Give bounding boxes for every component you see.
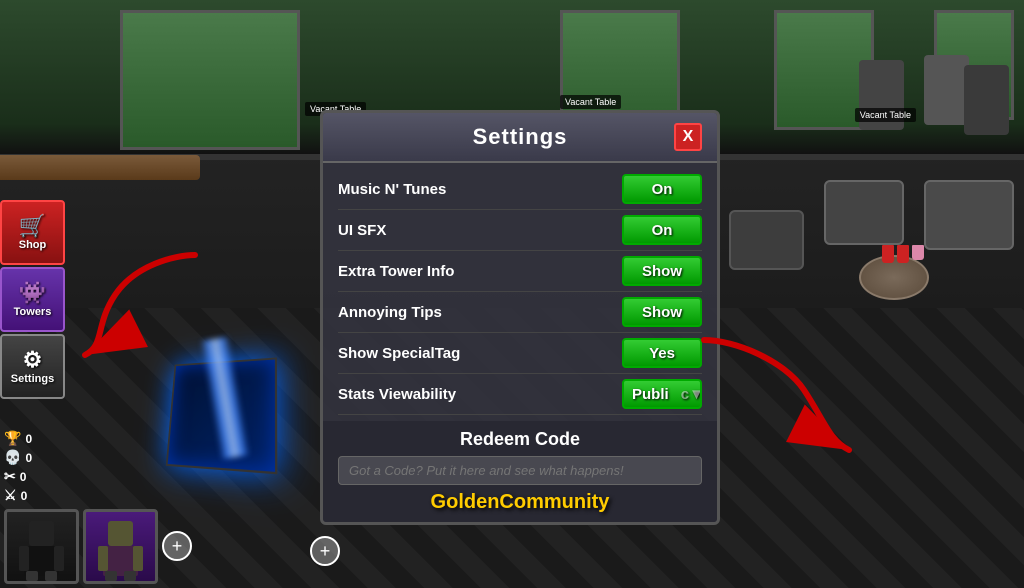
special-tag-toggle[interactable]: Yes <box>622 338 702 368</box>
shop-icon: 🛒 <box>19 215 46 237</box>
setting-row-ui-sfx: UI SFX On <box>338 210 702 251</box>
stats-viewability-cut: c▼ <box>681 386 702 403</box>
setting-row-stats-viewability: Stats Viewability Publi c▼ <box>338 374 702 415</box>
modal-header: Settings X <box>323 113 717 163</box>
modal-close-button[interactable]: X <box>674 123 702 151</box>
red-cup <box>882 245 894 263</box>
player-avatars: + <box>0 505 196 588</box>
add-player-1-container: + <box>162 509 192 584</box>
redeem-code-display: GoldenCommunity <box>338 491 702 514</box>
left-sidebar: 🛒 Shop 👾 Towers ⚙ Settings <box>0 200 70 399</box>
shop-label: Shop <box>19 239 47 251</box>
special-tag-label: Show SpecialTag <box>338 345 460 362</box>
towers-button[interactable]: 👾 Towers <box>0 267 65 332</box>
setting-row-extra-tower: Extra Tower Info Show <box>338 251 702 292</box>
trophy-icon: 🏆 <box>4 430 21 447</box>
scissors-icon: ✂ <box>4 468 16 485</box>
bg-figure-3 <box>964 65 1009 135</box>
stats-viewability-label: Stats Viewability <box>338 386 456 403</box>
stat-sword: ⚔ 0 <box>4 487 32 504</box>
settings-icon: ⚙ <box>23 349 43 371</box>
stats-viewability-value: Publi <box>632 386 669 403</box>
annoying-tips-label: Annoying Tips <box>338 304 442 321</box>
stats-viewability-toggle[interactable]: Publi c▼ <box>622 379 702 409</box>
ui-sfx-toggle[interactable]: On <box>622 215 702 245</box>
setting-row-music: Music N' Tunes On <box>338 169 702 210</box>
stat-skull: 💀 0 <box>4 449 32 466</box>
avatar-frame-1 <box>4 509 79 584</box>
music-tunes-toggle[interactable]: On <box>622 174 702 204</box>
setting-row-annoying-tips: Annoying Tips Show <box>338 292 702 333</box>
modal-title: Settings <box>366 124 674 150</box>
annoying-tips-toggle[interactable]: Show <box>622 297 702 327</box>
window-pane-left <box>120 10 300 150</box>
avatar-figure-2 <box>93 516 148 581</box>
music-tunes-label: Music N' Tunes <box>338 181 446 198</box>
vacant-table-label-3: Vacant Table <box>855 108 916 122</box>
scissors-value: 0 <box>20 470 27 484</box>
stat-scissors: ✂ 0 <box>4 468 32 485</box>
couch-2 <box>824 180 904 245</box>
wood-shelf <box>0 155 200 180</box>
towers-label: Towers <box>14 306 52 318</box>
couch-1 <box>924 180 1014 250</box>
couch-3 <box>729 210 804 270</box>
settings-label: Settings <box>11 373 54 385</box>
ui-sfx-label: UI SFX <box>338 222 386 239</box>
shop-button[interactable]: 🛒 Shop <box>0 200 65 265</box>
skull-icon: 💀 <box>4 449 21 466</box>
setting-row-special-tag: Show SpecialTag Yes <box>338 333 702 374</box>
pink-cup <box>912 245 924 260</box>
bg-figure-2 <box>924 55 969 125</box>
red-cup-2 <box>897 245 909 263</box>
towers-icon: 👾 <box>19 282 46 304</box>
avatar-figure-1 <box>14 516 69 581</box>
settings-modal: Settings X Music N' Tunes On UI SFX On E… <box>320 110 720 525</box>
redeem-code-input[interactable] <box>338 456 702 485</box>
avatar-frame-2 <box>83 509 158 584</box>
sword-icon: ⚔ <box>4 487 17 504</box>
sword-value: 0 <box>21 489 28 503</box>
table-items <box>882 245 924 263</box>
add-player-button-1[interactable]: + <box>162 531 192 561</box>
add-player-button-2[interactable]: + <box>310 536 340 566</box>
trophy-value: 0 <box>25 432 32 446</box>
settings-button[interactable]: ⚙ Settings <box>0 334 65 399</box>
add-player-button-2-container: + <box>310 536 340 566</box>
redeem-title: Redeem Code <box>338 429 702 450</box>
extra-tower-toggle[interactable]: Show <box>622 256 702 286</box>
settings-rows: Music N' Tunes On UI SFX On Extra Tower … <box>323 163 717 421</box>
redeem-section: Redeem Code GoldenCommunity <box>323 421 717 522</box>
vacant-table-label-2: Vacant Table <box>560 95 621 109</box>
stat-trophy: 🏆 0 <box>4 430 32 447</box>
skull-value: 0 <box>25 451 32 465</box>
stats-panel: 🏆 0 💀 0 ✂ 0 ⚔ 0 <box>0 426 36 508</box>
extra-tower-label: Extra Tower Info <box>338 263 454 280</box>
